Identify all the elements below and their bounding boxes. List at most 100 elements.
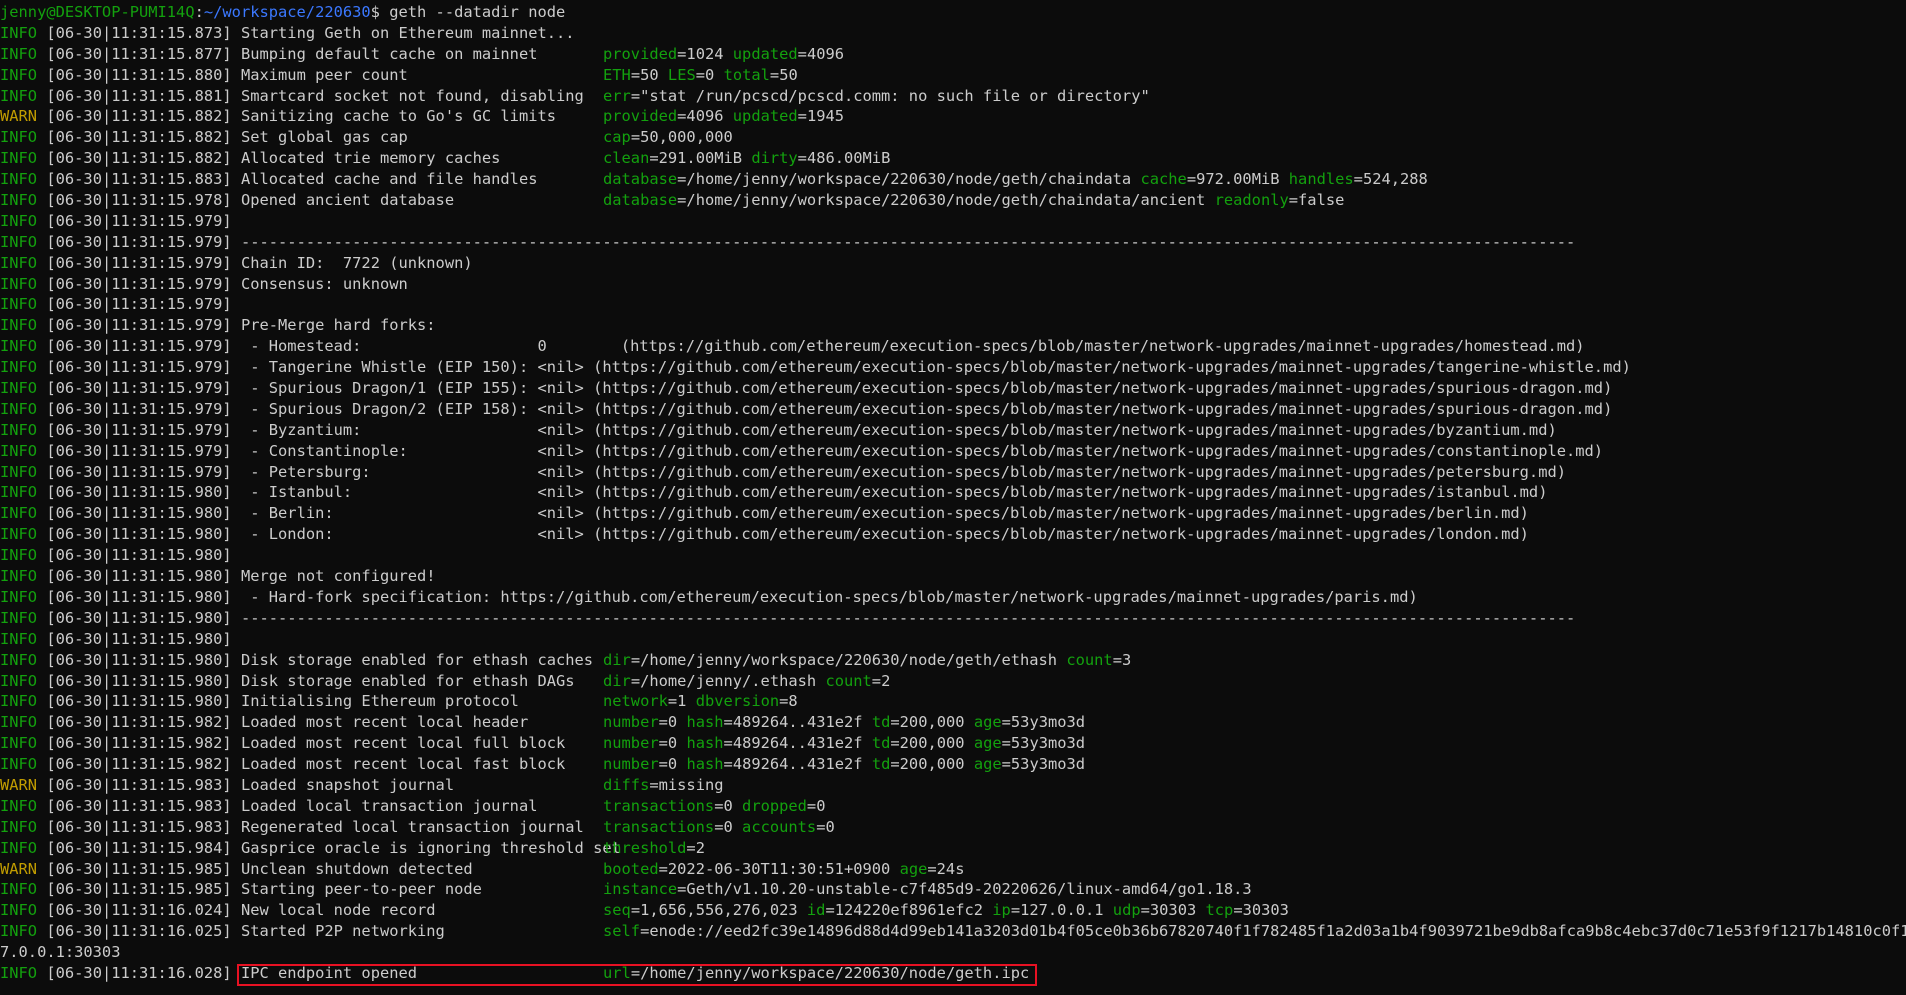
log-line: WARN [06-30|11:31:15.985] Unclean shutdo… xyxy=(0,859,1906,880)
log-fields: transactions=0 accounts=0 xyxy=(603,817,835,836)
field-value: 291.00MiB xyxy=(658,149,743,168)
log-line: WARN [06-30|11:31:15.983] Loaded snapsho… xyxy=(0,775,1906,796)
field-value: /home/jenny/workspace/220630/node/geth/c… xyxy=(686,170,1132,189)
log-fields: seq=1,656,556,276,023 id=124220ef8961efc… xyxy=(603,901,1289,920)
log-message: Chain ID: 7722 (unknown) xyxy=(240,253,473,272)
log-level: INFO xyxy=(0,922,38,941)
log-level: WARN xyxy=(0,107,38,126)
log-timestamp: [06-30|11:31:15.985] xyxy=(46,859,232,878)
log-line: INFO [06-30|11:31:15.877] Bumping defaul… xyxy=(0,44,1906,65)
log-timestamp: [06-30|11:31:15.873] xyxy=(46,23,232,42)
log-timestamp: [06-30|11:31:15.982] xyxy=(46,713,232,732)
log-timestamp: [06-30|11:31:15.978] xyxy=(46,191,232,210)
log-level: INFO xyxy=(0,316,38,335)
log-line: INFO [06-30|11:31:15.979] xyxy=(0,294,1906,315)
log-timestamp: [06-30|11:31:15.979] xyxy=(46,462,232,481)
log-fields: cap=50,000,000 xyxy=(603,128,733,147)
log-level: INFO xyxy=(0,755,38,774)
log-message: Sanitizing cache to Go's GC limits xyxy=(240,107,557,126)
field-key: transactions xyxy=(603,796,715,815)
field-value: 2022-06-30T11:30:51+0900 xyxy=(667,859,891,878)
log-message: Allocated trie memory caches xyxy=(240,149,501,168)
log-timestamp: [06-30|11:31:16.025] xyxy=(46,922,232,941)
log-line: INFO [06-30|11:31:15.880] Maximum peer c… xyxy=(0,65,1906,86)
log-message: Started P2P networking xyxy=(240,922,445,941)
log-timestamp: [06-30|11:31:16.024] xyxy=(46,901,232,920)
log-message: Loaded most recent local fast block xyxy=(240,755,566,774)
field-key: transactions xyxy=(603,817,715,836)
field-value: 489264..431e2f xyxy=(732,713,863,732)
field-value: 1,656,556,276,023 xyxy=(640,901,798,920)
field-key: dir xyxy=(603,671,631,690)
log-message: Starting Geth on Ethereum mainnet... xyxy=(240,23,575,42)
log-fields: diffs=missing xyxy=(603,775,724,794)
log-level: WARN xyxy=(0,775,38,794)
log-level: INFO xyxy=(0,462,38,481)
log-timestamp: [06-30|11:31:15.982] xyxy=(46,755,232,774)
field-key: id xyxy=(806,901,826,920)
log-line: INFO [06-30|11:31:15.982] Loaded most re… xyxy=(0,733,1906,754)
field-key: instance xyxy=(603,880,678,899)
log-message: - Petersburg: <nil> (https://github.com/… xyxy=(240,462,1566,481)
log-line: INFO [06-30|11:31:15.978] Opened ancient… xyxy=(0,190,1906,211)
field-value: 4096 xyxy=(686,107,724,126)
field-value: 2 xyxy=(695,838,705,857)
log-level: INFO xyxy=(0,232,38,251)
log-message: Disk storage enabled for ethash caches xyxy=(240,650,594,669)
field-value: 1 xyxy=(677,692,687,711)
log-line: INFO [06-30|11:31:15.883] Allocated cach… xyxy=(0,169,1906,190)
log-timestamp: [06-30|11:31:15.979] xyxy=(46,337,232,356)
field-key: accounts xyxy=(742,817,817,836)
log-timestamp: [06-30|11:31:15.979] xyxy=(46,379,232,398)
log-line: INFO [06-30|11:31:15.882] Allocated trie… xyxy=(0,148,1906,169)
log-message: Loaded most recent local header xyxy=(240,713,529,732)
log-fields: dir=/home/jenny/workspace/220630/node/ge… xyxy=(603,650,1132,669)
log-level: INFO xyxy=(0,838,38,857)
log-level: INFO xyxy=(0,880,38,899)
log-line: INFO [06-30|11:31:15.982] Loaded most re… xyxy=(0,754,1906,775)
log-line: INFO [06-30|11:31:15.980] - Berlin: <nil… xyxy=(0,503,1906,524)
log-level: INFO xyxy=(0,128,38,147)
field-value: 0 xyxy=(723,796,733,815)
log-message: Loaded local transaction journal xyxy=(240,796,538,815)
field-value: 30303 xyxy=(1242,901,1289,920)
log-level: INFO xyxy=(0,170,38,189)
log-message: - Homestead: 0 (https://github.com/ether… xyxy=(240,337,1585,356)
field-key: self xyxy=(603,922,641,941)
field-value: 200,000 xyxy=(899,755,965,774)
log-fields: self=enode://eed2fc39e14896d88d4d99eb141… xyxy=(603,921,1906,942)
field-key: number xyxy=(603,734,659,753)
log-fields: ETH=50 LES=0 total=50 xyxy=(603,65,798,84)
log-line: INFO [06-30|11:31:16.024] New local node… xyxy=(0,900,1906,921)
field-key: age xyxy=(973,734,1002,753)
log-message: Pre-Merge hard forks: xyxy=(240,316,436,335)
log-level: INFO xyxy=(0,963,38,982)
log-timestamp: [06-30|11:31:15.882] xyxy=(46,149,232,168)
field-value: 2 xyxy=(881,671,891,690)
log-timestamp: [06-30|11:31:15.984] xyxy=(46,838,232,857)
field-key: number xyxy=(603,755,659,774)
log-level: INFO xyxy=(0,525,38,544)
field-key: threshold xyxy=(603,838,687,857)
field-value: 972.00MiB xyxy=(1196,170,1280,189)
terminal-window[interactable]: jenny@DESKTOP-PUMI14Q:~/workspace/220630… xyxy=(0,0,1906,986)
log-timestamp: [06-30|11:31:15.979] xyxy=(46,211,232,230)
log-message: Maximum peer count xyxy=(240,65,408,84)
log-level: INFO xyxy=(0,149,38,168)
log-message: Regenerated local transaction journal xyxy=(240,817,584,836)
field-key: handles xyxy=(1288,170,1354,189)
field-key: cap xyxy=(603,128,631,147)
field-value: 50,000,000 xyxy=(640,128,733,147)
field-key: hash xyxy=(686,734,724,753)
field-key: dir xyxy=(603,650,631,669)
log-message: - Hard-fork specification: https://githu… xyxy=(240,587,1418,606)
log-fields: transactions=0 dropped=0 xyxy=(603,796,826,815)
log-level: INFO xyxy=(0,567,38,586)
field-value: 53y3mo3d xyxy=(1010,713,1086,732)
log-fields: dir=/home/jenny/.ethash count=2 xyxy=(603,671,891,690)
field-value: 1024 xyxy=(686,44,724,63)
log-line: INFO [06-30|11:31:15.980] --------------… xyxy=(0,608,1906,629)
log-timestamp: [06-30|11:31:15.882] xyxy=(46,107,232,126)
field-value: 0 xyxy=(723,817,733,836)
log-message: Allocated cache and file handles xyxy=(240,170,538,189)
